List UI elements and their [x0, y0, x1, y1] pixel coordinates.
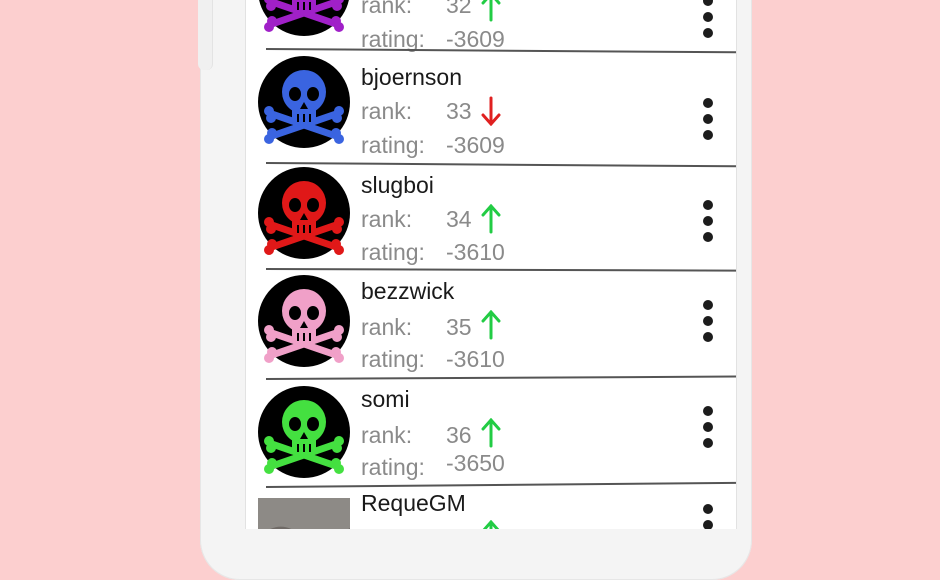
more-dot-icon: [703, 114, 713, 124]
player-row[interactable]: RequeGM: [246, 486, 736, 529]
rank-value: 36: [446, 422, 472, 448]
skull-crossbones-icon: [264, 0, 344, 32]
player-avatar[interactable]: [258, 56, 350, 148]
rank-value: 35: [446, 314, 472, 340]
player-name: bjoernson: [361, 64, 463, 90]
more-options-button[interactable]: [698, 200, 718, 246]
rank-label: rank:: [361, 422, 413, 448]
phone-side-button: [198, 0, 213, 70]
rank-up-icon: [480, 520, 502, 529]
player-name: slugboi: [361, 172, 434, 198]
rank-value: 32: [446, 0, 472, 18]
rank-label: rank:: [361, 0, 413, 18]
player-row[interactable]: somi rank: 36 rating: -3650: [246, 378, 736, 484]
more-dot-icon: [703, 316, 713, 326]
rank-up-icon: [480, 204, 502, 234]
more-dot-icon: [703, 520, 713, 529]
player-row[interactable]: bjoernson rank: 33 rating: -3609: [246, 50, 736, 158]
rank-value: 34: [446, 206, 472, 232]
more-dot-icon: [703, 12, 713, 22]
player-avatar[interactable]: [258, 498, 350, 529]
player-row[interactable]: slugboi rank: 34 rating: -3610: [246, 162, 736, 268]
player-avatar[interactable]: [258, 167, 350, 259]
more-dot-icon: [703, 28, 713, 38]
more-options-button[interactable]: [698, 300, 718, 346]
rank-value: 33: [446, 98, 472, 124]
photo-avatar: [258, 498, 350, 529]
player-avatar[interactable]: [258, 0, 350, 36]
skull-crossbones-icon: [264, 70, 344, 144]
leaderboard-list[interactable]: rank: 32 rating: -3609 bjoernson rank: 3…: [245, 0, 737, 529]
more-dot-icon: [703, 0, 713, 6]
more-options-button[interactable]: [698, 0, 718, 42]
rating-label: rating:: [361, 346, 425, 372]
player-row[interactable]: rank: 32 rating: -3609: [246, 0, 736, 52]
more-dot-icon: [703, 332, 713, 342]
skull-crossbones-icon: [264, 289, 344, 363]
rank-label: rank:: [361, 98, 413, 124]
more-dot-icon: [703, 300, 713, 310]
more-dot-icon: [703, 438, 713, 448]
rank-label: rank:: [361, 314, 413, 340]
player-row[interactable]: bezzwick rank: 35 rating: -3610: [246, 270, 736, 376]
player-avatar[interactable]: [258, 275, 350, 367]
rank-up-icon: [480, 0, 502, 22]
rank-label: rank:: [361, 206, 413, 232]
more-options-button[interactable]: [698, 504, 718, 529]
more-dot-icon: [703, 422, 713, 432]
rating-label: rating:: [361, 239, 425, 265]
more-dot-icon: [703, 130, 713, 140]
rating-value: -3609: [446, 132, 505, 158]
rating-value: -3610: [446, 346, 505, 372]
rating-value: -3650: [446, 450, 505, 476]
more-dot-icon: [703, 216, 713, 226]
rank-up-icon: [480, 310, 502, 340]
more-dot-icon: [703, 504, 713, 514]
rating-label: rating:: [361, 454, 425, 480]
more-dot-icon: [703, 406, 713, 416]
rating-label: rating:: [361, 132, 425, 158]
player-name: RequeGM: [361, 490, 466, 516]
rating-value: -3610: [446, 239, 505, 265]
more-options-button[interactable]: [698, 406, 718, 452]
more-dot-icon: [703, 98, 713, 108]
player-name: bezzwick: [361, 278, 455, 304]
skull-crossbones-icon: [264, 400, 344, 474]
rank-down-icon: [480, 96, 502, 126]
more-dot-icon: [703, 200, 713, 210]
rank-up-icon: [480, 418, 502, 448]
skull-crossbones-icon: [264, 181, 344, 255]
more-options-button[interactable]: [698, 98, 718, 144]
more-dot-icon: [703, 232, 713, 242]
player-name: somi: [361, 386, 410, 412]
player-avatar[interactable]: [258, 386, 350, 478]
